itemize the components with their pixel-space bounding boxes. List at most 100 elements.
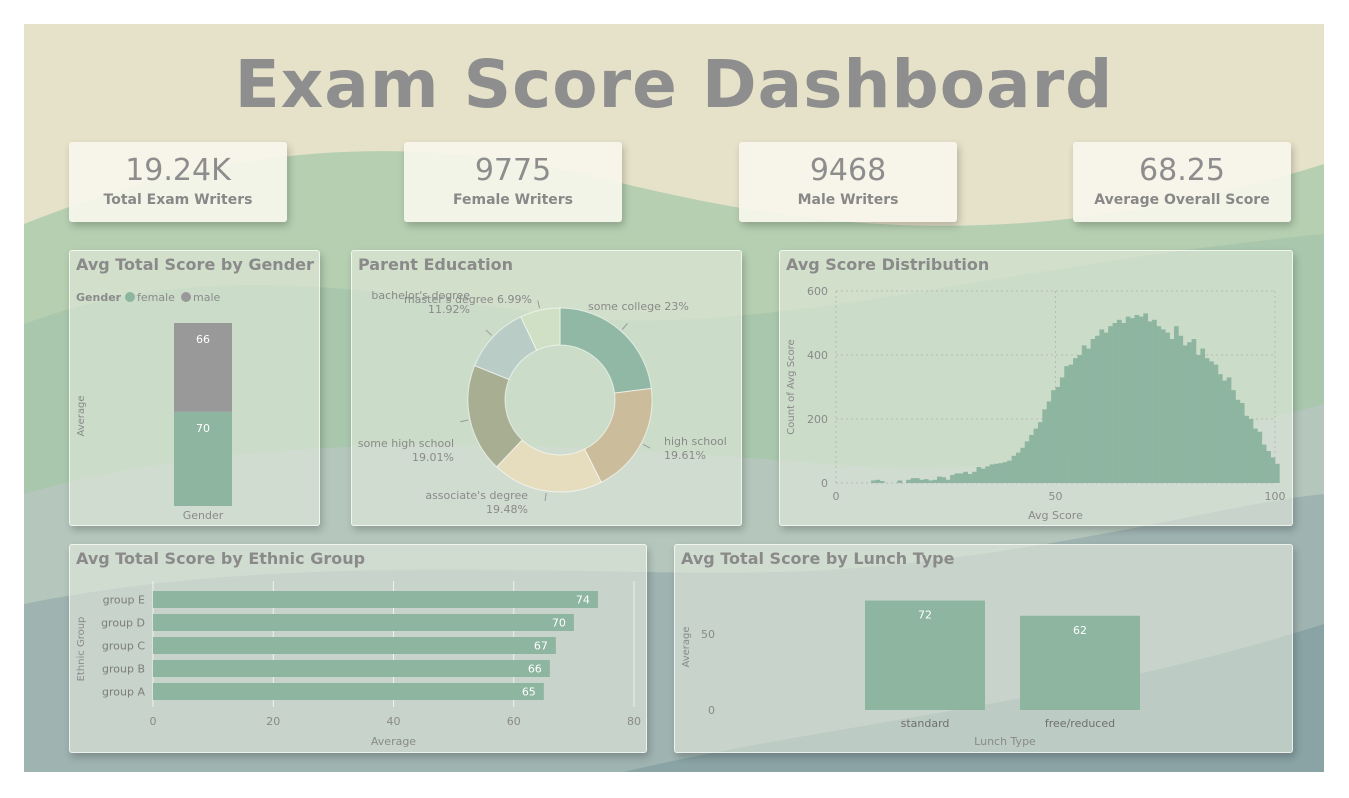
y-axis-label: Average — [681, 626, 692, 667]
donut-label-1: high school 19.61% — [664, 435, 727, 462]
histogram-bar — [1024, 441, 1030, 483]
legend-male-label: male — [193, 291, 221, 304]
histogram-bar — [1143, 313, 1148, 483]
histogram-bar — [1046, 401, 1052, 483]
histogram-bar — [1204, 358, 1210, 483]
distribution-panel: Avg Score Distribution 0 200 400 600 0 50 100 A… — [779, 250, 1293, 526]
histogram-bar — [1182, 345, 1188, 483]
histogram-bar — [1239, 403, 1245, 483]
x-tick-label: 40 — [387, 715, 401, 728]
bar-group-C — [153, 637, 556, 654]
y-tick-label: 200 — [807, 413, 828, 426]
histogram-bar — [998, 463, 1004, 483]
donut-slices: some college 23% high school 19.61% associa… — [358, 289, 727, 516]
histogram-bar — [936, 476, 942, 483]
legend-male-swatch — [181, 292, 191, 302]
donut-label-3: some high school 19.01% — [358, 437, 454, 464]
y-tick-label: group A — [102, 686, 145, 699]
kpi-card-average-score: 68.25 Average Overall Score — [1073, 142, 1291, 222]
ethnic-bars: 0 20 40 60 80 group E 74 group D 70 group C 67 grou… — [76, 581, 641, 748]
donut-label-5: master's degree 6.99% — [404, 293, 532, 306]
x-tick-label: 0 — [150, 715, 157, 728]
histogram-bar — [1200, 348, 1206, 483]
histogram-bar — [923, 479, 929, 483]
bar-group-D — [153, 614, 574, 631]
histogram-bar — [1261, 444, 1267, 483]
histogram-bar — [1051, 390, 1056, 483]
data-label: 62 — [1073, 624, 1087, 637]
x-axis-label: Gender — [183, 509, 224, 522]
donut-leader-1 — [642, 443, 651, 449]
kpi-card-male-writers: 9468 Male Writers — [739, 142, 957, 222]
data-label-female: 70 — [196, 422, 210, 435]
histogram-bar — [1116, 319, 1122, 483]
x-tick-label: 80 — [627, 715, 641, 728]
histogram-bars: 0 200 400 600 0 50 100 Avg Score Count of Avg Sc… — [786, 285, 1286, 522]
histogram-bar — [985, 466, 990, 483]
histogram-bar — [1055, 387, 1061, 483]
histogram-bar — [980, 468, 986, 483]
histogram-bar — [1165, 332, 1170, 483]
donut-label-line: master's degree 6.99% — [404, 293, 532, 306]
histogram-bar — [1253, 428, 1258, 483]
histogram-bar — [1068, 364, 1074, 483]
histogram-bar — [994, 463, 999, 483]
kpi-label: Female Writers — [452, 192, 574, 208]
histogram-bar — [954, 473, 960, 483]
donut-label-line: 19.01% — [412, 451, 454, 464]
histogram-bar — [1112, 323, 1118, 483]
kpi-card-female-writers: 9775 Female Writers — [404, 142, 622, 222]
distribution-histogram: 0 200 400 600 0 50 100 Avg Score Count of Avg Sc… — [786, 285, 1286, 522]
histogram-bar — [958, 473, 964, 483]
histogram-bar — [1275, 463, 1280, 483]
donut-label-line: associate's degree — [425, 489, 528, 502]
histogram-bar — [972, 471, 977, 483]
y-tick-label: group D — [101, 617, 145, 630]
histogram-bar — [1086, 348, 1091, 483]
parent-education-donut: some college 23% high school 19.61% associa… — [358, 289, 727, 516]
donut-label-line: high school — [664, 435, 727, 448]
x-tick-label: 100 — [1265, 490, 1286, 503]
donut-slice-0 — [559, 307, 652, 394]
histogram-bar — [1029, 435, 1034, 483]
histogram-bar — [963, 471, 968, 483]
histogram-bar — [1195, 355, 1201, 483]
histogram-bar — [1081, 345, 1087, 483]
lunch-bar-chart: 0 50 72 standard 62 free/reduced Lunch Type Ave… — [681, 600, 1140, 748]
x-tick-label: 20 — [266, 715, 280, 728]
histogram-bar — [1002, 462, 1008, 483]
histogram-bar — [910, 478, 916, 483]
donut-label-line: some high school — [358, 437, 454, 450]
donut-leader-2 — [544, 492, 547, 501]
gender-panel: Avg Total Score by Gender Gender female … — [69, 250, 320, 526]
data-label: 66 — [528, 663, 542, 676]
histogram-bar — [1222, 380, 1228, 483]
histogram-bar — [1125, 316, 1131, 483]
histogram-bar — [1033, 428, 1039, 483]
histogram-bar — [976, 467, 982, 483]
kpi-value: 9468 — [809, 153, 887, 188]
donut-leader-3 — [460, 419, 469, 423]
histogram-bar — [875, 479, 881, 483]
histogram-bar — [1235, 399, 1241, 483]
parent-education-panel: Parent Education some college 23% high sc… — [351, 250, 742, 526]
y-tick-label: 50 — [701, 628, 715, 641]
histogram-bar — [1187, 342, 1192, 483]
ethnic-panel: Avg Total Score by Ethnic Group 0 20 40 60 8… — [69, 544, 647, 753]
histogram-bar — [1011, 455, 1017, 483]
histogram-bar — [1152, 319, 1157, 483]
histogram-bar — [928, 480, 933, 483]
histogram-bar — [1095, 335, 1100, 483]
kpi-card-total-writers: 19.24K Total Exam Writers — [69, 142, 287, 222]
donut-label-2: associate's degree 19.48% — [425, 489, 528, 516]
y-tick-label: 400 — [807, 349, 828, 362]
y-tick-label: group B — [102, 663, 145, 676]
histogram-bar — [919, 479, 925, 483]
histogram-bar — [1134, 315, 1140, 483]
data-label: 70 — [552, 617, 566, 630]
histogram-bar — [1037, 422, 1043, 483]
histogram-bar — [897, 480, 903, 483]
x-tick-label: 60 — [507, 715, 521, 728]
data-label: 72 — [918, 609, 932, 622]
kpi-value: 19.24K — [125, 153, 231, 188]
